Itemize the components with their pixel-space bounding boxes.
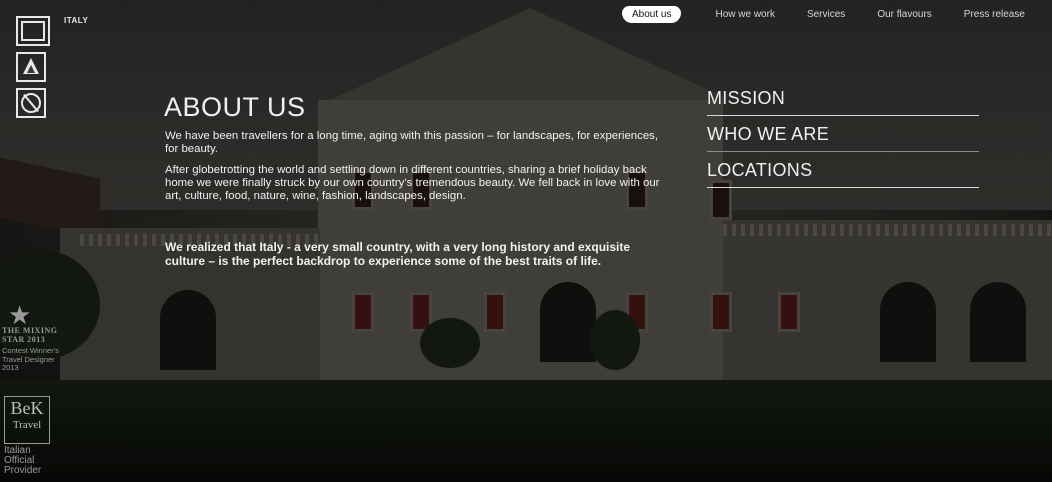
bk-logo-subtext: Travel xyxy=(12,419,42,431)
side-menu-locations[interactable]: LOCATIONS xyxy=(707,158,979,188)
circle-slash-logo-icon xyxy=(16,88,46,118)
side-menu-who-we-are[interactable]: WHO WE ARE xyxy=(707,122,979,152)
top-nav: About us How we work Services Our flavou… xyxy=(622,6,1025,23)
nav-how-we-work[interactable]: How we work xyxy=(715,9,774,20)
winner-line: 2013 xyxy=(2,363,19,372)
side-menu-mission[interactable]: MISSION xyxy=(707,86,979,116)
mixing-badge-line: STAR 2013 xyxy=(2,335,46,344)
story-paragraph: After globetrotting the world and settli… xyxy=(165,164,660,202)
nav-press-release[interactable]: Press release xyxy=(964,9,1025,20)
nav-services[interactable]: Services xyxy=(807,9,845,20)
page-title: ABOUT US xyxy=(164,92,306,122)
logo-column xyxy=(16,16,50,124)
brand-wordmark[interactable]: ITALY xyxy=(64,16,88,25)
contest-winner-text: Contest Winner's Travel Designer 2013 xyxy=(2,346,59,373)
official-provider-text: Italian Official Provider xyxy=(4,446,41,476)
about-side-menu: MISSION WHO WE ARE LOCATIONS xyxy=(707,86,979,194)
bk-logo-text: BeK xyxy=(10,398,44,418)
nav-about-us[interactable]: About us xyxy=(622,6,682,23)
framed-x-logo-icon[interactable] xyxy=(16,16,50,46)
bk-travel-logo[interactable]: BeK Travel xyxy=(4,396,50,444)
provider-line: Provider xyxy=(4,465,42,476)
page: ITALY About us How we work Services Our … xyxy=(0,0,1052,482)
intro-paragraph: We have been travellers for a long time,… xyxy=(165,130,659,155)
triangle-a-logo-icon xyxy=(16,52,46,82)
highlight-paragraph: We realized that Italy - a very small co… xyxy=(165,240,631,268)
nav-our-flavours[interactable]: Our flavours xyxy=(877,9,931,20)
mixing-star-badge[interactable]: THE MIXING STAR 2013 xyxy=(2,326,57,344)
mixing-badge-line: THE MIXING xyxy=(2,326,58,335)
